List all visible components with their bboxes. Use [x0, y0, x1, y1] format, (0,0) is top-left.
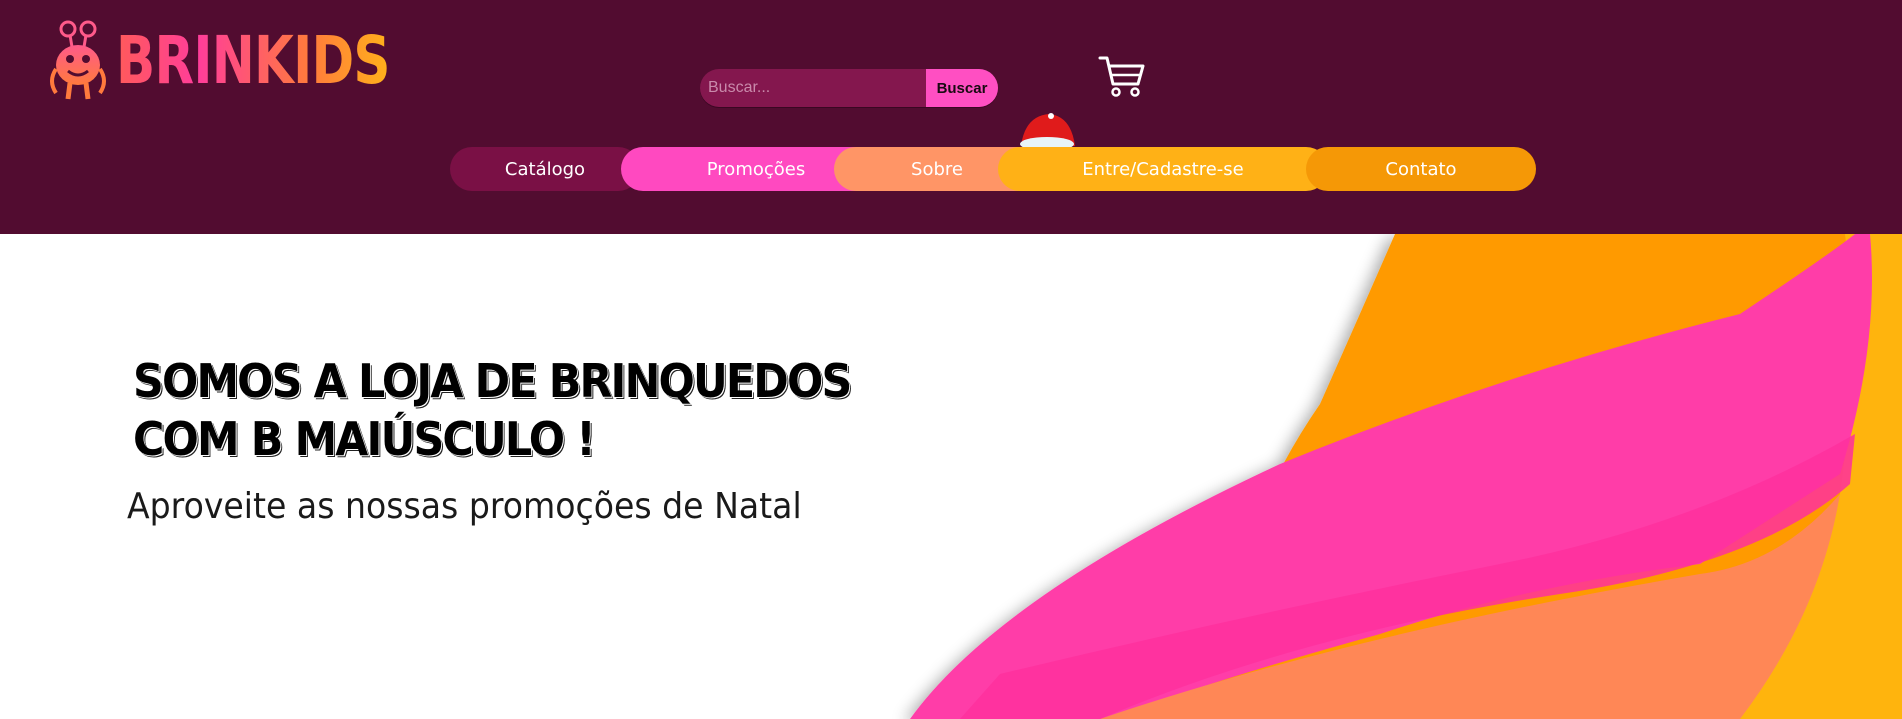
nav-label: Promoções — [706, 158, 806, 180]
cart-icon — [1098, 56, 1145, 97]
cart-button[interactable] — [1098, 54, 1146, 102]
hero-title: SOMOS A LOJA DE BRINQUEDOS COM B MAIÚSCUL… — [133, 352, 852, 468]
santa-hat-icon — [1020, 113, 1075, 150]
site-header: BRINKIDS Buscar Catálogo Promoções Sobre… — [0, 0, 1902, 234]
hero-wave-decoration — [910, 234, 1902, 719]
search-bar: Buscar — [700, 69, 998, 107]
nav-label: Entre/Cadastre-se — [1082, 158, 1244, 180]
hero-subtitle: Aproveite as nossas promoções de Natal — [127, 486, 802, 527]
hero-title-line2: COM B MAIÚSCULO ! — [133, 412, 596, 466]
nav-item-entre-cadastre[interactable]: Entre/Cadastre-se — [998, 147, 1328, 191]
nav-item-catalogo[interactable]: Catálogo — [450, 147, 640, 191]
search-button[interactable]: Buscar — [926, 69, 998, 107]
brand-name: BRINKIDS — [116, 22, 391, 99]
search-input[interactable] — [700, 69, 926, 107]
nav-label: Catálogo — [504, 158, 586, 180]
brand-logo[interactable]: BRINKIDS — [46, 18, 467, 104]
hero-title-line1: SOMOS A LOJA DE BRINQUEDOS — [133, 354, 852, 408]
nav-item-contato[interactable]: Contato — [1306, 147, 1536, 191]
nav-label: Sobre — [911, 158, 963, 180]
nav-label: Contato — [1385, 158, 1457, 180]
monster-mascot-icon — [50, 20, 106, 100]
main-nav: Catálogo Promoções Sobre Entre/Cadastre-… — [450, 147, 1536, 191]
